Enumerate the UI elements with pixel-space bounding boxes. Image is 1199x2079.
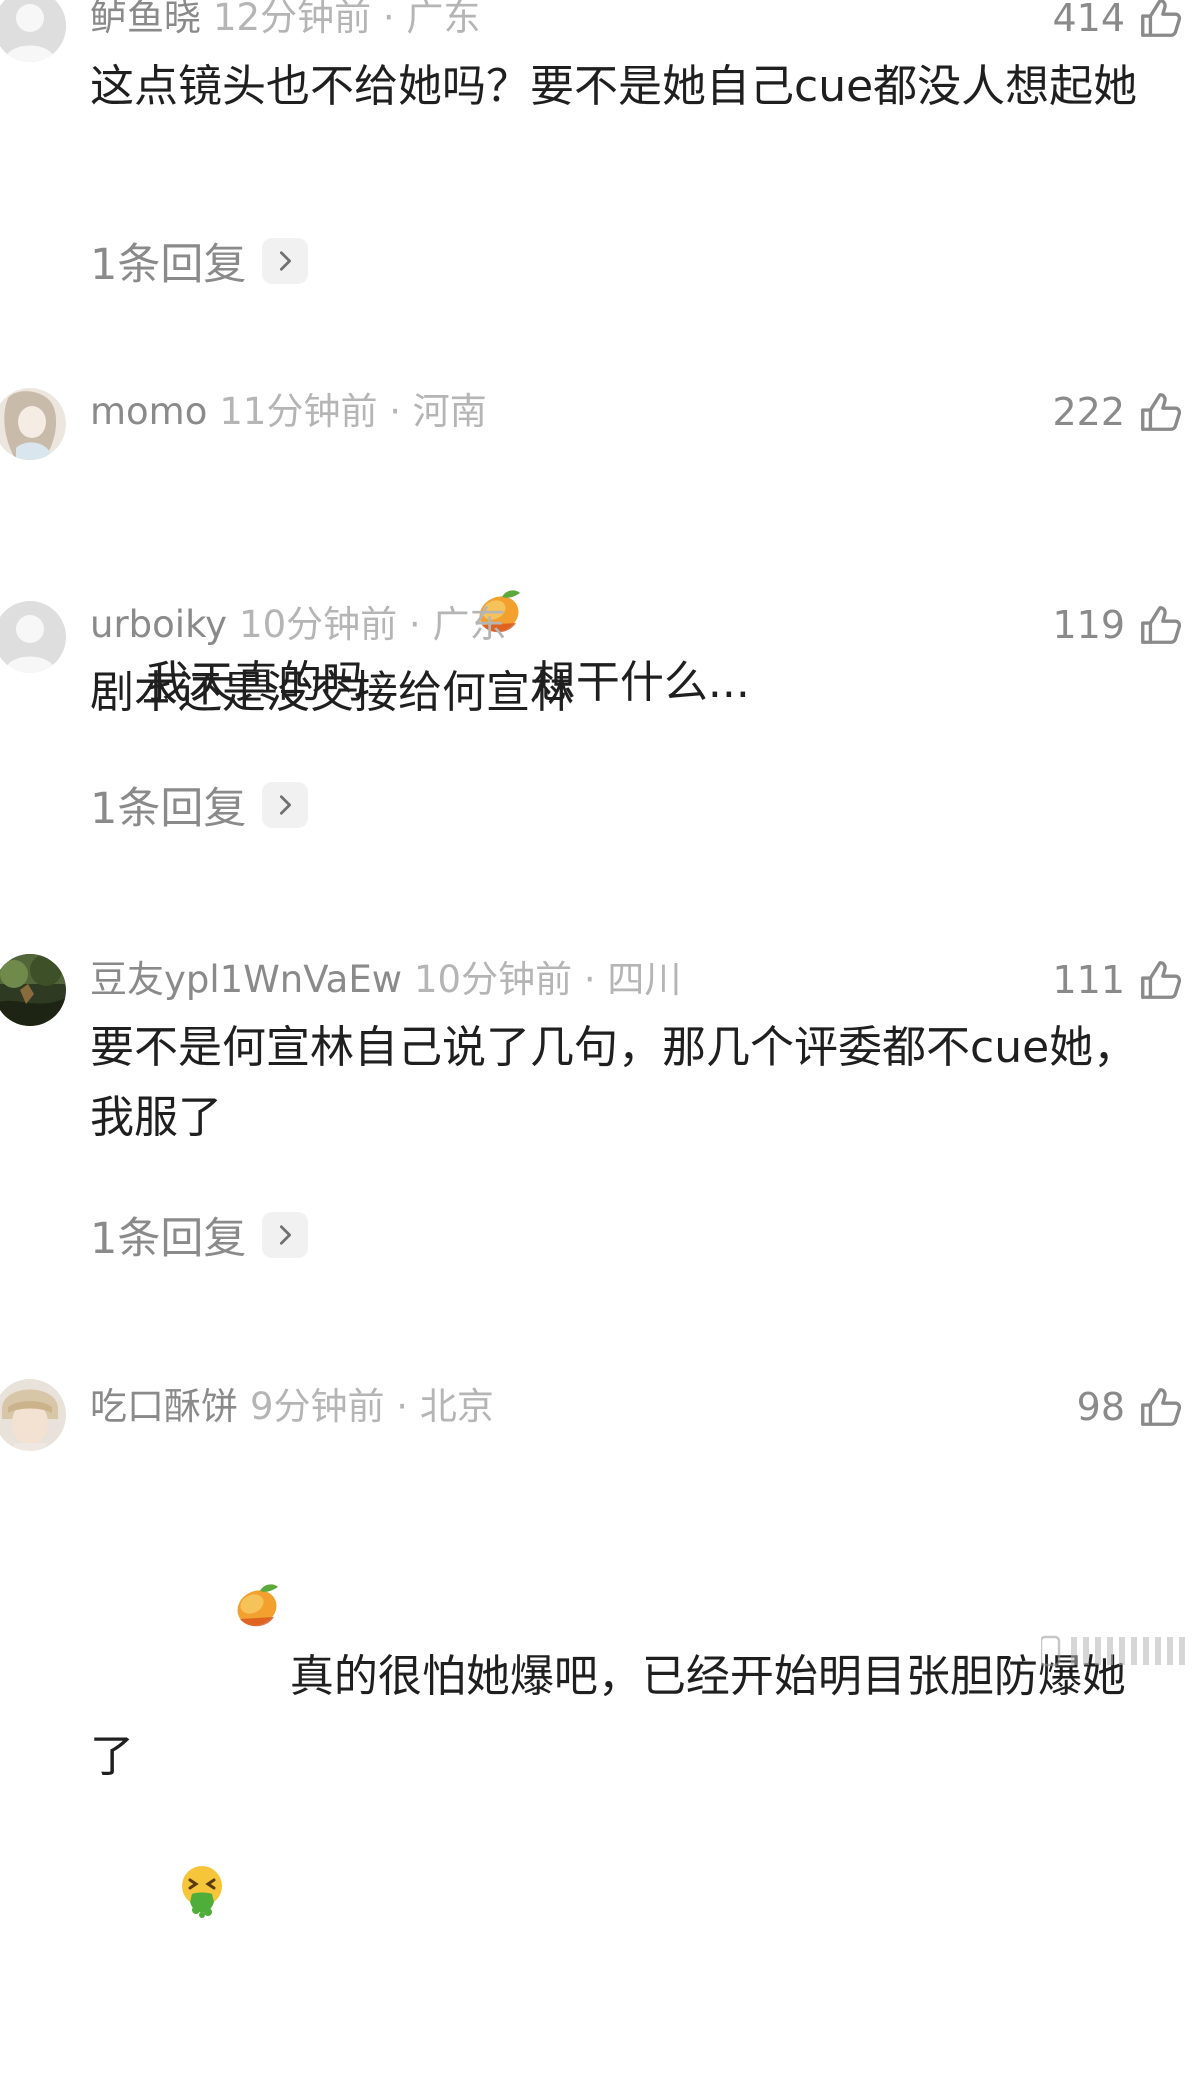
thumbs-up-icon: [1141, 393, 1182, 431]
like-button[interactable]: 414: [1052, 0, 1183, 44]
like-count: 119: [1052, 603, 1125, 647]
default-avatar-icon: [0, 0, 66, 62]
thumbs-up-icon: [1141, 0, 1182, 37]
chevron-right-icon: [262, 238, 309, 284]
chevron-right-icon: [262, 782, 309, 828]
avatar[interactable]: [0, 954, 66, 1026]
time-location: 10分钟前 · 广东: [239, 603, 507, 646]
time-location: 11分钟前 · 河南: [219, 390, 487, 433]
like-count: 414: [1052, 0, 1125, 40]
reply-button[interactable]: 1条回复: [90, 780, 309, 834]
reply-button[interactable]: 1条回复: [90, 1210, 309, 1264]
comment-meta: 鲈鱼晓 12分钟前 · 广东: [90, 0, 480, 40]
reply-count-label: 1条回复: [90, 240, 247, 290]
thumbs-up-icon: [1141, 961, 1182, 999]
comment-text: 要不是何宣林自己说了几句，那几个评委都不cue她，我服了: [90, 1022, 1138, 1143]
comment-text: 真的很怕她爆吧，已经开始明目张胆防爆她了: [90, 1439, 1150, 2079]
reply-count-label: 1条回复: [90, 784, 247, 834]
like-button[interactable]: 111: [1052, 954, 1183, 1006]
person-photo-avatar: [0, 1379, 66, 1451]
watermark-bars-icon: [1041, 1635, 1185, 1667]
like-count: 111: [1052, 958, 1125, 1002]
comment-text: 这点镜头也不给她吗？要不是她自己cue都没人想起她: [90, 61, 1138, 112]
like-button[interactable]: 222: [1052, 386, 1183, 438]
avatar[interactable]: [0, 601, 66, 673]
username[interactable]: 吃口酥饼: [90, 1385, 238, 1428]
anime-girl-avatar: [0, 388, 66, 460]
like-count: 222: [1052, 390, 1125, 434]
reply-button[interactable]: 1条回复: [90, 236, 309, 290]
chevron-right-icon: [262, 1212, 309, 1258]
avatar[interactable]: [0, 388, 66, 460]
comment-text: 剧本还是没交接给何宣林: [90, 667, 574, 718]
time-location: 12分钟前 · 广东: [213, 0, 481, 39]
comment-meta: 吃口酥饼 9分钟前 · 北京: [90, 1385, 494, 1429]
like-button[interactable]: 119: [1052, 599, 1183, 651]
username[interactable]: urboiky: [90, 603, 227, 646]
default-avatar-icon: [0, 601, 66, 673]
comment-meta: urboiky 10分钟前 · 广东: [90, 603, 506, 647]
username[interactable]: 鲈鱼晓: [90, 0, 201, 39]
vomiting-face-emoji: [90, 1792, 230, 2009]
nature-photo-avatar: [0, 954, 66, 1026]
like-count: 98: [1076, 1385, 1125, 1429]
watermark-logo: [1041, 1631, 1191, 1671]
time-location: 10分钟前 · 四川: [414, 958, 682, 1001]
comment-meta: momo 11分钟前 · 河南: [90, 390, 487, 434]
avatar[interactable]: [0, 0, 66, 62]
username[interactable]: 豆友ypl1WnVaEw: [90, 958, 402, 1001]
username[interactable]: momo: [90, 390, 207, 433]
mango-emoji: [146, 1509, 282, 1722]
thumbs-up-icon: [1141, 1388, 1182, 1426]
thumbs-up-icon: [1141, 606, 1182, 644]
like-button[interactable]: 98: [1077, 1381, 1183, 1433]
time-location: 9分钟前 · 北京: [250, 1385, 494, 1428]
reply-count-label: 1条回复: [90, 1214, 247, 1264]
comment-meta: 豆友ypl1WnVaEw 10分钟前 · 四川: [90, 958, 681, 1002]
avatar[interactable]: [0, 1379, 66, 1451]
